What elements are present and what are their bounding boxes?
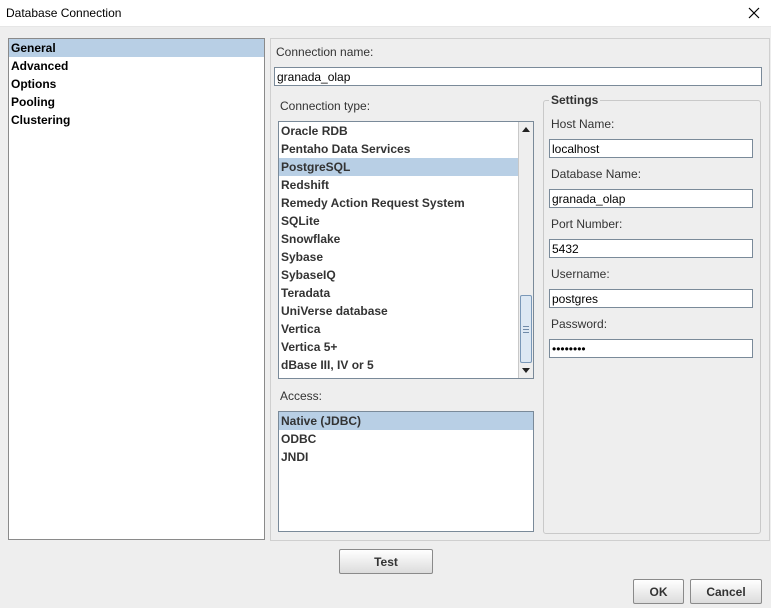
database-name-input[interactable] [549, 189, 753, 208]
connection-name-input[interactable] [274, 67, 762, 86]
username-label: Username: [551, 267, 610, 281]
title-bar: Database Connection [0, 0, 771, 27]
sidebar: General Advanced Options Pooling Cluster… [8, 38, 265, 540]
ok-button[interactable]: OK [633, 579, 684, 604]
connection-type-item[interactable]: PostgreSQL [279, 158, 533, 176]
thumb-grip [523, 332, 529, 333]
connection-type-item[interactable]: Pentaho Data Services [279, 140, 533, 158]
connection-type-label: Connection type: [280, 99, 371, 113]
connection-type-item[interactable]: Oracle RDB [279, 122, 533, 140]
cancel-button[interactable]: Cancel [690, 579, 762, 604]
dialog-body: General Advanced Options Pooling Cluster… [0, 27, 771, 608]
connection-type-item[interactable]: Teradata [279, 284, 533, 302]
window-title: Database Connection [6, 6, 122, 20]
access-label: Access: [280, 389, 323, 403]
sidebar-item-pooling[interactable]: Pooling [9, 93, 264, 111]
arrow-up-icon [522, 127, 530, 132]
connection-type-list[interactable]: Oracle RDB Pentaho Data Services PostgreSQ… [278, 121, 534, 379]
password-input[interactable] [549, 339, 753, 358]
database-name-label: Database Name: [551, 167, 642, 181]
connection-name-label: Connection name: [276, 45, 374, 59]
settings-group: Settings Host Name: Database Name: Port … [543, 93, 761, 534]
password-label: Password: [551, 317, 608, 331]
connection-type-item[interactable]: SybaseIQ [279, 266, 533, 284]
access-list[interactable]: Native (JDBC) ODBC JNDI [278, 411, 534, 532]
sidebar-item-clustering[interactable]: Clustering [9, 111, 264, 129]
access-type-item[interactable]: Native (JDBC) [279, 412, 533, 430]
connection-type-item[interactable]: Sybase [279, 248, 533, 266]
username-input[interactable] [549, 289, 753, 308]
connection-type-items: Oracle RDB Pentaho Data Services PostgreSQ… [279, 122, 533, 374]
connection-type-item[interactable]: dBase III, IV or 5 [279, 356, 533, 374]
scroll-down-button[interactable] [519, 363, 533, 378]
connection-type-scrollbar[interactable] [518, 122, 533, 378]
connection-type-item[interactable]: SQLite [279, 212, 533, 230]
port-number-input[interactable] [549, 239, 753, 258]
general-panel: Connection name: Connection type: Oracle… [270, 38, 770, 541]
port-number-label: Port Number: [551, 217, 623, 231]
sidebar-item-general[interactable]: General [9, 39, 264, 57]
access-type-item[interactable]: ODBC [279, 430, 533, 448]
connection-type-item[interactable]: UniVerse database [279, 302, 533, 320]
scroll-thumb[interactable] [520, 295, 532, 363]
arrow-down-icon [522, 368, 530, 373]
close-icon [748, 7, 760, 19]
connection-type-item[interactable]: Vertica [279, 320, 533, 338]
test-button[interactable]: Test [339, 549, 433, 574]
connection-type-item[interactable]: Vertica 5+ [279, 338, 533, 356]
connection-type-item[interactable]: Remedy Action Request System [279, 194, 533, 212]
settings-title: Settings [549, 93, 601, 107]
sidebar-item-advanced[interactable]: Advanced [9, 57, 264, 75]
host-name-input[interactable] [549, 139, 753, 158]
close-button[interactable] [737, 0, 771, 26]
scroll-up-button[interactable] [519, 122, 533, 137]
access-items: Native (JDBC) ODBC JNDI [279, 412, 533, 466]
access-type-item[interactable]: JNDI [279, 448, 533, 466]
host-name-label: Host Name: [551, 117, 615, 131]
sidebar-item-options[interactable]: Options [9, 75, 264, 93]
connection-type-item[interactable]: Redshift [279, 176, 533, 194]
thumb-grip [523, 329, 529, 330]
thumb-grip [523, 326, 529, 327]
connection-type-item[interactable]: Snowflake [279, 230, 533, 248]
